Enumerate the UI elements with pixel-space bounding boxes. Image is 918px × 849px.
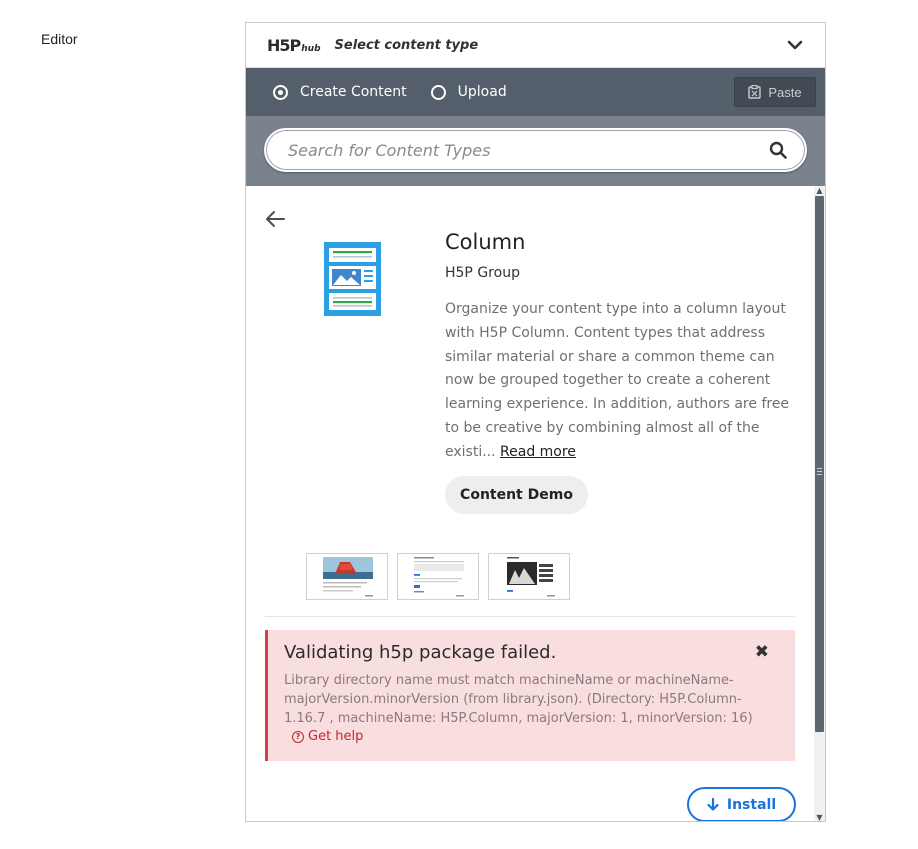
logo-main: H5P	[267, 35, 301, 55]
tab-create-content[interactable]: Create Content	[273, 84, 407, 100]
radio-selected-icon[interactable]	[273, 84, 288, 100]
scroll-down-arrow-icon[interactable]: ▼	[814, 813, 825, 821]
clipboard-icon	[748, 85, 762, 99]
error-title: Validating h5p package failed.	[284, 642, 557, 663]
column-content-type-icon	[324, 242, 381, 316]
question-circle-icon: ?	[292, 730, 304, 743]
tab-create-label: Create Content	[300, 84, 407, 100]
install-label: Install	[726, 796, 777, 813]
error-details: Library directory name must match machin…	[284, 673, 753, 726]
tabs-bar: Create Content Upload Paste	[246, 68, 825, 116]
scroll-grip-icon	[817, 468, 822, 475]
search-area	[246, 116, 825, 186]
screenshots-row	[306, 553, 579, 600]
divider	[265, 616, 795, 617]
hub-header[interactable]: H5P hub Select content type	[246, 23, 825, 68]
scroll-up-arrow-icon[interactable]: ▲	[814, 186, 825, 196]
content-type-title: Column	[445, 230, 526, 254]
content-type-owner: H5P Group	[445, 265, 520, 281]
logo-sub: hub	[301, 43, 321, 54]
arrow-down-icon	[707, 798, 719, 811]
h5p-hub-panel: H5P hub Select content type Create Conte…	[245, 22, 826, 822]
get-help-link[interactable]: ? Get help	[292, 729, 779, 744]
get-help-label: Get help	[308, 729, 364, 744]
screenshot-1-image	[307, 554, 387, 599]
editor-label: Editor	[41, 31, 78, 47]
content-demo-button[interactable]: Content Demo	[445, 476, 588, 514]
screenshot-thumbnail[interactable]	[306, 553, 388, 600]
screenshot-thumbnail[interactable]	[397, 553, 479, 600]
error-message-box: Validating h5p package failed. Library d…	[265, 630, 795, 761]
read-more-link[interactable]: Read more	[500, 444, 576, 460]
search-input[interactable]	[288, 140, 769, 160]
close-icon[interactable]: ✖	[755, 642, 769, 662]
screenshot-3-image	[489, 554, 569, 599]
paste-label: Paste	[768, 84, 802, 100]
content-type-detail: Column H5P Group Organize your content t…	[246, 186, 825, 821]
search-icon[interactable]	[769, 141, 787, 159]
radio-unselected-icon[interactable]	[430, 84, 446, 100]
tab-upload-label: Upload	[457, 84, 507, 100]
scroll-thumb[interactable]	[815, 196, 824, 732]
screenshot-2-image	[398, 554, 478, 599]
search-box[interactable]	[264, 128, 807, 172]
tab-upload[interactable]: Upload	[430, 84, 507, 100]
description-text: Organize your content type into a column…	[445, 301, 790, 460]
paste-button[interactable]: Paste	[734, 77, 816, 107]
install-button[interactable]: Install	[687, 787, 796, 821]
back-arrow-icon[interactable]	[264, 210, 286, 228]
chevron-down-icon[interactable]	[787, 37, 803, 53]
scrollbar[interactable]: ▲ ▼	[814, 186, 825, 821]
h5p-hub-logo: H5P hub	[267, 36, 321, 55]
screenshot-thumbnail[interactable]	[488, 553, 570, 600]
content-type-description: Organize your content type into a column…	[445, 298, 795, 465]
hub-title: Select content type	[334, 37, 479, 53]
